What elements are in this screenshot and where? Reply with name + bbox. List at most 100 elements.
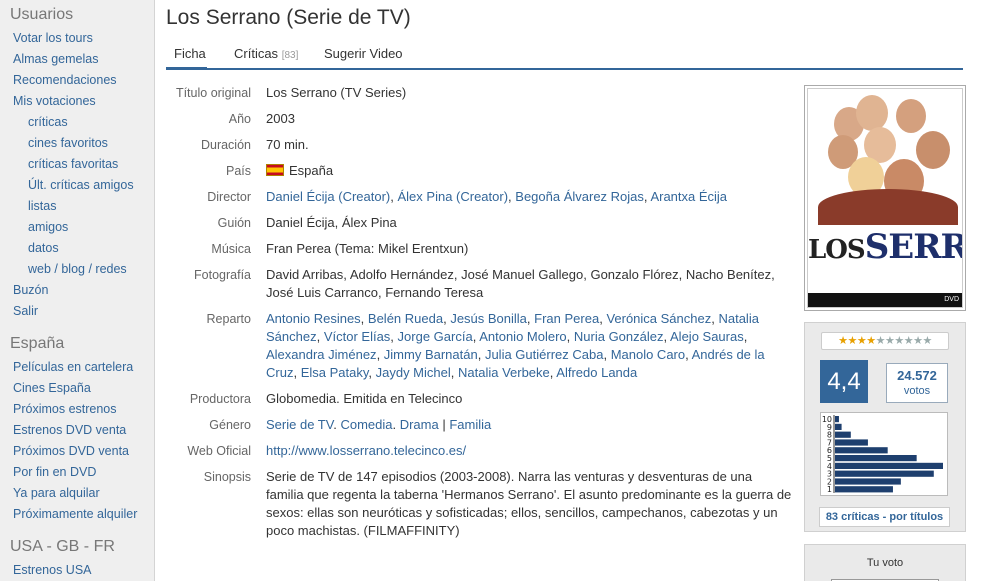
info-label: Reparto: [206, 312, 251, 326]
histogram-bar: [835, 447, 888, 454]
sidebar-item[interactable]: datos: [0, 238, 154, 259]
sidebar-item[interactable]: cines favoritos: [0, 133, 154, 154]
info-link[interactable]: Familia: [449, 417, 491, 432]
tab-label: Sugerir Video: [324, 46, 403, 61]
tab-ficha[interactable]: Ficha: [166, 44, 207, 70]
sidebar-item[interactable]: Almas gemelas: [0, 49, 154, 70]
info-label: Música: [211, 242, 251, 256]
sidebar-item[interactable]: Votar los tours: [0, 28, 154, 49]
sidebar-item[interactable]: listas: [0, 196, 154, 217]
movie-info: Título original Los Serrano (TV Series) Añ…: [166, 84, 793, 548]
histogram-bar: [835, 462, 943, 469]
info-row: Duración 70 min.: [166, 136, 793, 154]
sidebar-item[interactable]: Por fin en DVD: [0, 462, 154, 483]
info-text: ,: [743, 329, 748, 344]
sidebar-item[interactable]: web / blog / redes: [0, 259, 154, 280]
tab-label: Críticas: [234, 46, 279, 61]
sidebar-item[interactable]: Buzón: [0, 280, 154, 301]
sidebar-item[interactable]: Cines España: [0, 378, 154, 399]
info-value: Daniel Écija (Creator), Álex Pina (Creat…: [266, 188, 793, 206]
sidebar-item[interactable]: Ya para alquilar: [0, 483, 154, 504]
info-link[interactable]: Antonio Resines: [266, 311, 361, 326]
star-empty-icon: ★: [922, 335, 933, 347]
sidebar-item[interactable]: Últ. críticas amigos: [0, 175, 154, 196]
info-row: Guión Daniel Écija, Álex Pina: [166, 214, 793, 232]
info-label: País: [225, 164, 251, 178]
info-value: Serie de TV. Comedia. Drama | Familia: [266, 416, 793, 434]
info-text: ,: [566, 329, 574, 344]
sidebar-item[interactable]: Estrenos USA: [0, 560, 154, 581]
info-link[interactable]: Jesús Bonilla: [450, 311, 527, 326]
info-link[interactable]: Víctor Elías: [324, 329, 390, 344]
sidebar-item[interactable]: Películas en cartelera: [0, 357, 154, 378]
info-value: Serie de TV de 147 episodios (2003-2008)…: [266, 468, 793, 540]
poster-bodies: [818, 189, 958, 225]
info-label: Género: [209, 418, 251, 432]
info-row: Reparto Antonio Resines, Belén Rueda, Jes…: [166, 310, 793, 382]
info-link[interactable]: Begoña Álvarez Rojas: [515, 189, 644, 204]
sidebar-item[interactable]: críticas: [0, 112, 154, 133]
info-link[interactable]: Jimmy Barnatán: [384, 347, 478, 362]
info-link[interactable]: http://www.losserrano.telecinco.es/: [266, 443, 466, 458]
info-link[interactable]: Jaydy Michel: [376, 365, 451, 380]
tab-label: Ficha: [174, 46, 206, 61]
info-text: ,: [293, 365, 301, 380]
info-link[interactable]: Comedia: [340, 417, 392, 432]
info-text: .: [392, 417, 400, 432]
star-filled-icon: ★: [838, 335, 848, 347]
info-link[interactable]: Verónica Sánchez: [606, 311, 711, 326]
sidebar-item[interactable]: Mis votaciones: [0, 91, 154, 112]
info-link[interactable]: Serie de TV: [266, 417, 333, 432]
histogram-tick-label: 1: [827, 485, 832, 494]
sidebar-item[interactable]: amigos: [0, 217, 154, 238]
info-link[interactable]: Alfredo Landa: [556, 365, 637, 380]
poster-face: [856, 95, 888, 131]
info-label: Director: [207, 190, 251, 204]
sidebar-item[interactable]: Estrenos DVD venta: [0, 420, 154, 441]
sidebar-item[interactable]: Salir: [0, 301, 154, 322]
info-link[interactable]: Manolo Caro: [611, 347, 685, 362]
sidebar-item[interactable]: críticas favoritas: [0, 154, 154, 175]
sidebar-item[interactable]: Recomendaciones: [0, 70, 154, 91]
histogram-bar: [835, 439, 868, 446]
info-link[interactable]: Antonio Molero: [479, 329, 566, 344]
info-link[interactable]: Alejo Sauras: [670, 329, 744, 344]
info-link[interactable]: Alexandra Jiménez: [266, 347, 377, 362]
info-link[interactable]: Belén Rueda: [368, 311, 443, 326]
main-content: Los Serrano (Serie de TV) Ficha Críticas…: [166, 0, 966, 581]
info-link[interactable]: Nuria González: [574, 329, 664, 344]
sidebar-item[interactable]: Próximamente alquiler: [0, 504, 154, 525]
tab-sugerir-video[interactable]: Sugerir Video: [324, 44, 403, 68]
tab-criticas[interactable]: Críticas [83]: [234, 44, 298, 68]
info-link[interactable]: Elsa Pataky: [301, 365, 369, 380]
info-text: Globomedia. Emitida en Telecinco: [266, 391, 463, 406]
info-link[interactable]: Jorge García: [398, 329, 473, 344]
info-link[interactable]: Julia Gutiérrez Caba: [485, 347, 604, 362]
sidebar-item[interactable]: Próximos DVD venta: [0, 441, 154, 462]
info-link[interactable]: Álex Pina (Creator): [398, 189, 509, 204]
info-text: ,: [390, 189, 398, 204]
info-link[interactable]: Daniel Écija (Creator): [266, 189, 390, 204]
poster[interactable]: LOSSERRANO DVD: [804, 85, 966, 311]
info-link[interactable]: Arantxa Écija: [650, 189, 727, 204]
info-row: Sinopsis Serie de TV de 147 episodios (20…: [166, 468, 793, 540]
your-vote-box: Tu voto: [804, 544, 966, 581]
info-label: Año: [228, 112, 251, 126]
votes-count-box[interactable]: 24.572 votos: [886, 363, 948, 403]
your-vote-label: Tu voto: [866, 557, 904, 569]
histogram-bar: [835, 423, 842, 430]
info-link[interactable]: Fran Perea: [534, 311, 599, 326]
critics-link[interactable]: 83 críticas - por títulos: [819, 507, 950, 527]
info-value: Antonio Resines, Belén Rueda, Jesús Boni…: [266, 310, 793, 382]
sidebar-item[interactable]: Próximos estrenos: [0, 399, 154, 420]
star-filled-icon: ★: [847, 335, 858, 347]
votes-count: 24.572: [897, 368, 937, 383]
info-link[interactable]: Drama: [400, 417, 439, 432]
star-empty-icon: ★: [894, 335, 904, 347]
tab-count: [83]: [281, 50, 299, 61]
poster-image: LOSSERRANO DVD: [807, 88, 963, 308]
info-link[interactable]: Natalia Verbeke: [458, 365, 550, 380]
star-empty-icon: ★: [913, 335, 923, 347]
info-text: 70 min.: [266, 137, 309, 152]
rating-histogram: 10 9 8 7 6 5 4 3 2 1: [820, 412, 948, 496]
